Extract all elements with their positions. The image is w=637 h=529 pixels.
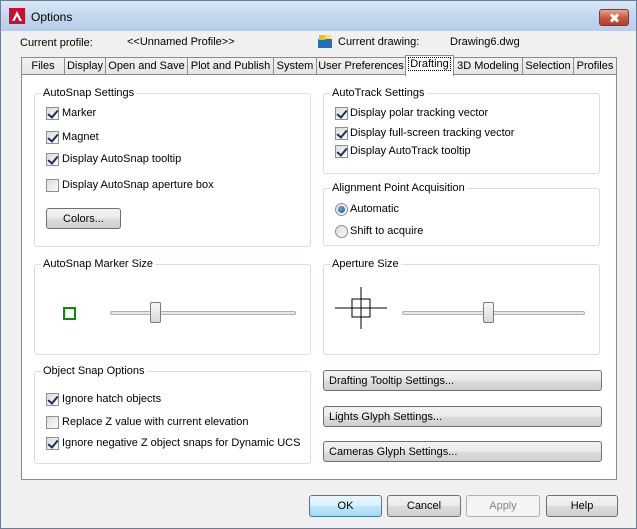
- magnet-label: Magnet: [62, 131, 99, 143]
- tab-open-and-save[interactable]: Open and Save: [105, 57, 188, 75]
- autosnap-tooltip-checkbox[interactable]: [46, 153, 59, 166]
- marker-checkbox[interactable]: [46, 107, 59, 120]
- drawing-file-icon: [318, 35, 332, 48]
- replace-z-checkbox[interactable]: [46, 416, 59, 429]
- fullscreen-tracking-checkbox[interactable]: [335, 127, 348, 140]
- apply-button[interactable]: Apply: [466, 495, 540, 517]
- fullscreen-tracking-label: Display full-screen tracking vector: [350, 127, 515, 139]
- marker-size-track[interactable]: [110, 311, 296, 315]
- current-drawing-value: Drawing6.dwg: [450, 36, 520, 48]
- object-snap-options-title: Object Snap Options: [41, 365, 147, 377]
- marker-size-title: AutoSnap Marker Size: [41, 258, 156, 270]
- help-button[interactable]: Help: [546, 495, 618, 517]
- window-title: Options: [31, 10, 73, 24]
- autotrack-tooltip-label: Display AutoTrack tooltip: [350, 145, 471, 157]
- marker-preview: [63, 307, 76, 320]
- marker-label: Marker: [62, 107, 97, 119]
- aperture-size-group: Aperture Size: [323, 258, 600, 355]
- options-dialog: Options Current profile: <<Unnamed Profi…: [0, 0, 637, 529]
- replace-z-label: Replace Z value with current elevation: [62, 416, 249, 428]
- tab-files[interactable]: Files: [21, 57, 65, 75]
- title-bar[interactable]: Options: [1, 1, 636, 31]
- tab-strip: Files Display Open and Save Plot and Pub…: [21, 55, 617, 76]
- automatic-radio[interactable]: [335, 203, 348, 216]
- drafting-tooltip-settings-button[interactable]: Drafting Tooltip Settings...: [323, 370, 602, 391]
- drafting-panel: AutoSnap Settings Marker Magnet Display …: [21, 74, 617, 480]
- alignment-point-title: Alignment Point Acquisition: [330, 182, 467, 194]
- polar-tracking-label: Display polar tracking vector: [350, 107, 489, 119]
- tab-display[interactable]: Display: [64, 57, 106, 75]
- current-profile-value: <<Unnamed Profile>>: [127, 36, 235, 48]
- autotrack-tooltip-checkbox[interactable]: [335, 145, 348, 158]
- shift-to-acquire-radio[interactable]: [335, 225, 348, 238]
- ignore-negative-z-checkbox[interactable]: [46, 437, 59, 450]
- tab-drafting[interactable]: Drafting: [405, 55, 454, 76]
- marker-size-slider-thumb[interactable]: [150, 302, 161, 323]
- tab-3d-modeling[interactable]: 3D Modeling: [453, 57, 523, 75]
- marker-size-group: AutoSnap Marker Size: [34, 258, 311, 355]
- polar-tracking-checkbox[interactable]: [335, 107, 348, 120]
- aperture-size-title: Aperture Size: [330, 258, 401, 270]
- current-drawing-label: Current drawing:: [338, 36, 420, 48]
- autotrack-settings-title: AutoTrack Settings: [330, 87, 427, 99]
- alignment-point-group: Alignment Point Acquisition Automatic Sh…: [323, 182, 600, 246]
- ok-button[interactable]: OK: [309, 495, 382, 517]
- tab-user-preferences[interactable]: User Preferences: [316, 57, 406, 75]
- current-profile-label: Current profile:: [20, 37, 93, 49]
- magnet-checkbox[interactable]: [46, 131, 59, 144]
- autosnap-tooltip-label: Display AutoSnap tooltip: [62, 153, 182, 165]
- close-button[interactable]: [599, 9, 629, 26]
- ignore-hatch-label: Ignore hatch objects: [62, 393, 162, 405]
- object-snap-options-group: Object Snap Options Ignore hatch objects…: [34, 365, 311, 464]
- cameras-glyph-settings-button[interactable]: Cameras Glyph Settings...: [323, 441, 602, 462]
- cancel-button[interactable]: Cancel: [387, 495, 461, 517]
- autocad-app-icon: [9, 8, 25, 24]
- autosnap-settings-group: AutoSnap Settings Marker Magnet Display …: [34, 87, 311, 247]
- aperture-size-slider-thumb[interactable]: [483, 302, 494, 323]
- tab-profiles[interactable]: Profiles: [573, 57, 617, 75]
- autotrack-settings-group: AutoTrack Settings Display polar trackin…: [323, 87, 600, 174]
- lights-glyph-settings-button[interactable]: Lights Glyph Settings...: [323, 406, 602, 427]
- colors-button[interactable]: Colors...: [46, 208, 121, 229]
- autosnap-settings-title: AutoSnap Settings: [41, 87, 137, 99]
- ignore-hatch-checkbox[interactable]: [46, 393, 59, 406]
- ignore-negative-z-label: Ignore negative Z object snaps for Dynam…: [62, 437, 301, 449]
- aperture-box-label: Display AutoSnap aperture box: [62, 179, 214, 191]
- automatic-label: Automatic: [350, 203, 399, 215]
- aperture-preview-icon: [335, 287, 387, 329]
- shift-to-acquire-label: Shift to acquire: [350, 225, 424, 237]
- aperture-box-checkbox[interactable]: [46, 179, 59, 192]
- tab-system[interactable]: System: [273, 57, 317, 75]
- tab-plot-and-publish[interactable]: Plot and Publish: [187, 57, 274, 75]
- tab-selection[interactable]: Selection: [522, 57, 574, 75]
